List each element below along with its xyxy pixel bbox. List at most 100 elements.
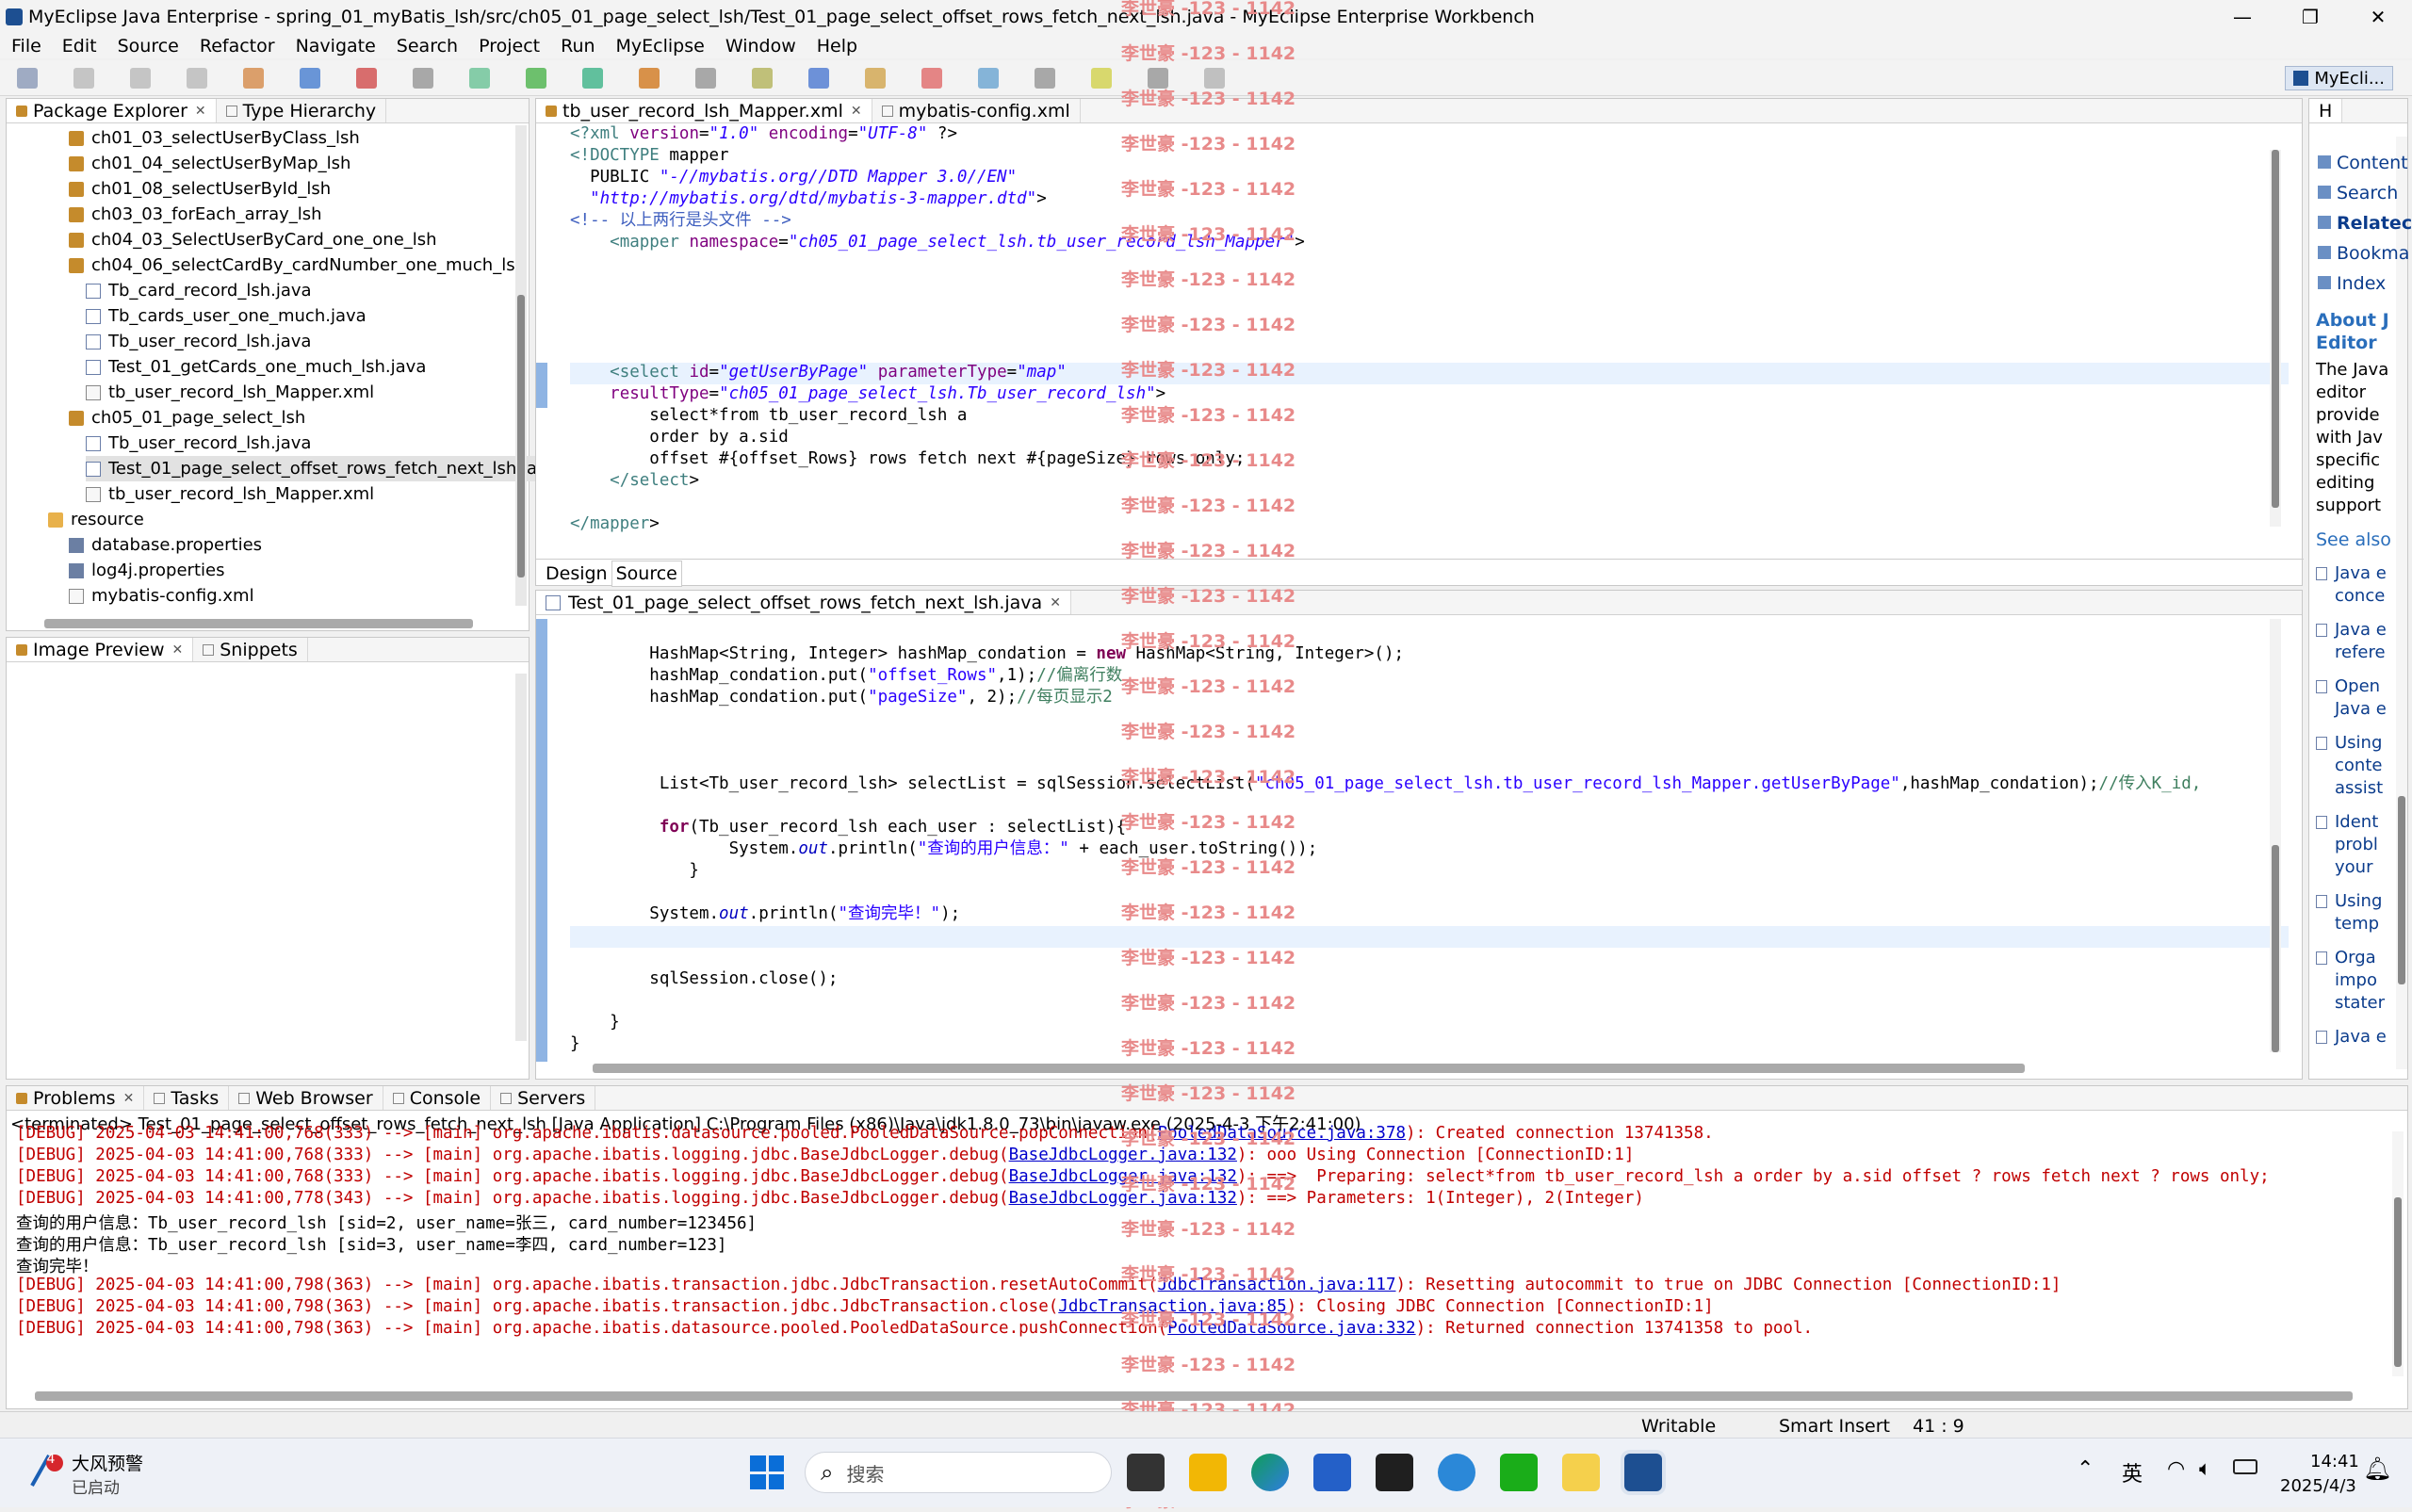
tab-source[interactable]: Source xyxy=(611,560,682,587)
java-hscrollbar[interactable] xyxy=(593,1064,2025,1073)
tree-item[interactable]: Tb_cards_user_one_much.java xyxy=(86,303,367,329)
tab-xml-1[interactable]: mybatis-config.xml xyxy=(872,99,1081,122)
taskbar-search[interactable]: ⌕ 搜索 xyxy=(805,1452,1112,1493)
app-icon-dark[interactable] xyxy=(1376,1454,1413,1491)
speaker-icon[interactable]: 🔈︎ xyxy=(2199,1457,2211,1481)
tree-item[interactable]: ch01_03_selectUserByClass_lsh xyxy=(69,125,360,151)
tab-console-0[interactable]: Problems ✕ xyxy=(7,1086,145,1110)
help-nav-item[interactable]: Index xyxy=(2318,273,2386,294)
toolbar-tool-icon[interactable] xyxy=(187,68,207,89)
toolbar-tool-icon[interactable] xyxy=(1035,68,1055,89)
tree-item[interactable]: ch05_01_page_select_lsh xyxy=(69,405,305,431)
menu-refactor[interactable]: Refactor xyxy=(200,36,275,57)
toolbar-tool-icon[interactable] xyxy=(17,68,38,89)
tree-item[interactable]: ch01_04_selectUserByMap_lsh xyxy=(69,151,350,176)
tree-item[interactable]: Test_01_page_select_offset_rows_fetch_ne… xyxy=(86,456,553,481)
tree-item[interactable]: resource xyxy=(48,507,144,532)
help-nav-item[interactable]: Search xyxy=(2318,183,2398,203)
preview-scrollbar[interactable] xyxy=(515,674,527,1041)
help-scrollbar[interactable] xyxy=(2396,137,2407,1069)
toolbar-tool-icon[interactable] xyxy=(243,68,264,89)
toolbar-tool-icon[interactable] xyxy=(639,68,660,89)
minimize-button[interactable]: — xyxy=(2208,0,2276,34)
close-icon[interactable]: ✕ xyxy=(172,642,184,658)
tab-console-3[interactable]: Console xyxy=(383,1086,492,1110)
tree-item[interactable]: ch04_03_SelectUserByCard_one_one_lsh xyxy=(69,227,437,252)
toolbar-tool-icon[interactable] xyxy=(978,68,999,89)
toolbar-tool-icon[interactable] xyxy=(73,68,94,89)
store-icon[interactable] xyxy=(1313,1454,1351,1491)
toolbar-tool-icon[interactable] xyxy=(921,68,942,89)
help-nav-item[interactable]: Content xyxy=(2318,153,2408,173)
perspective-switcher[interactable]: MyEcli... xyxy=(2285,66,2393,90)
tree-item[interactable]: Tb_card_record_lsh.java xyxy=(86,278,312,303)
clock-date[interactable]: 2025/4/3 xyxy=(2280,1476,2356,1496)
package-hscrollbar[interactable] xyxy=(44,619,473,628)
edge-browser-icon[interactable] xyxy=(1251,1454,1289,1491)
menu-run[interactable]: Run xyxy=(561,36,595,57)
tree-item[interactable]: ch01_08_selectUserById_lsh xyxy=(69,176,331,202)
tab-console-2[interactable]: Web Browser xyxy=(229,1086,383,1110)
file-explorer-icon[interactable] xyxy=(1189,1454,1227,1491)
toolbar-tool-icon[interactable] xyxy=(300,68,320,89)
tool-icon[interactable] xyxy=(1562,1454,1600,1491)
wechat-icon[interactable] xyxy=(1500,1454,1538,1491)
menu-file[interactable]: File xyxy=(11,36,41,57)
toolbar-tool-icon[interactable] xyxy=(469,68,490,89)
menu-source[interactable]: Source xyxy=(118,36,179,57)
tab-help[interactable]: H xyxy=(2309,99,2343,122)
tab-image-1[interactable]: Snippets xyxy=(193,638,308,661)
wifi-icon[interactable]: ◠ xyxy=(2167,1457,2185,1481)
tree-item[interactable]: ch04_06_selectCardBy_cardNumber_one_much… xyxy=(69,252,526,278)
tab-java-file[interactable]: Test_01_page_select_offset_rows_fetch_ne… xyxy=(536,591,1071,614)
toolbar-tool-icon[interactable] xyxy=(413,68,433,89)
close-icon[interactable]: ✕ xyxy=(123,1091,135,1106)
tree-item[interactable]: Test_01_getCards_one_much_lsh.java xyxy=(86,354,426,380)
menu-edit[interactable]: Edit xyxy=(62,36,97,57)
tab-console-1[interactable]: Tasks xyxy=(144,1086,230,1110)
bell-icon[interactable]: 🔔︎ xyxy=(2363,1455,2391,1482)
java-vscrollbar[interactable] xyxy=(2270,619,2281,1052)
maximize-button[interactable]: ❐ xyxy=(2276,0,2344,34)
taskview-icon[interactable] xyxy=(1127,1454,1165,1491)
input-language[interactable]: 英 xyxy=(2122,1457,2143,1488)
toolbar-tool-icon[interactable] xyxy=(582,68,603,89)
tree-item[interactable]: mybatis-config.xml xyxy=(69,583,254,609)
menu-project[interactable]: Project xyxy=(479,36,540,57)
tree-item[interactable]: database.properties xyxy=(69,532,262,558)
toolbar-tool-icon[interactable] xyxy=(526,68,546,89)
tab-package-1[interactable]: Type Hierarchy xyxy=(217,99,387,122)
toolbar-tool-icon[interactable] xyxy=(808,68,829,89)
close-icon[interactable]: ✕ xyxy=(1050,595,1061,610)
close-button[interactable]: ✕ xyxy=(2344,0,2412,34)
myeclipse-taskbar-icon[interactable] xyxy=(1624,1454,1662,1491)
help-nav-item[interactable]: Bookma xyxy=(2318,243,2409,264)
tab-console-4[interactable]: Servers xyxy=(491,1086,596,1110)
tree-item[interactable]: ch03_03_forEach_array_lsh xyxy=(69,202,322,227)
battery-icon[interactable] xyxy=(2233,1459,2257,1474)
toolbar-tool-icon[interactable] xyxy=(752,68,773,89)
menu-window[interactable]: Window xyxy=(725,36,796,57)
toolbar-tool-icon[interactable] xyxy=(130,68,151,89)
menu-navigate[interactable]: Navigate xyxy=(296,36,376,57)
tab-xml-0[interactable]: tb_user_record_lsh_Mapper.xml ✕ xyxy=(536,99,872,122)
browser-icon[interactable] xyxy=(1438,1454,1475,1491)
package-scrollbar[interactable] xyxy=(515,125,527,606)
tab-package-0[interactable]: Package Explorer ✕ xyxy=(7,99,217,122)
chevron-up-icon[interactable]: ⌃ xyxy=(2077,1457,2094,1481)
tree-item[interactable]: tb_user_record_lsh_Mapper.xml xyxy=(86,481,374,507)
xml-vscrollbar[interactable] xyxy=(2270,150,2281,527)
java-source[interactable]: HashMap<String, Integer> hashMap_condati… xyxy=(570,643,2201,1055)
toolbar-tool-icon[interactable] xyxy=(865,68,886,89)
tree-item[interactable]: Tb_user_record_lsh.java xyxy=(86,329,311,354)
tree-item[interactable]: tb_user_record_lsh_Mapper.xml xyxy=(86,380,374,405)
menu-help[interactable]: Help xyxy=(817,36,857,57)
menu-search[interactable]: Search xyxy=(397,36,458,57)
tab-design[interactable]: Design xyxy=(542,561,611,586)
toolbar-tool-icon[interactable] xyxy=(356,68,377,89)
toolbar-tool-icon[interactable] xyxy=(1091,68,1112,89)
tree-item[interactable]: log4j.properties xyxy=(69,558,224,583)
tab-image-0[interactable]: Image Preview ✕ xyxy=(7,638,194,661)
menu-myeclipse[interactable]: MyEclipse xyxy=(616,36,705,57)
start-button[interactable] xyxy=(750,1455,784,1489)
